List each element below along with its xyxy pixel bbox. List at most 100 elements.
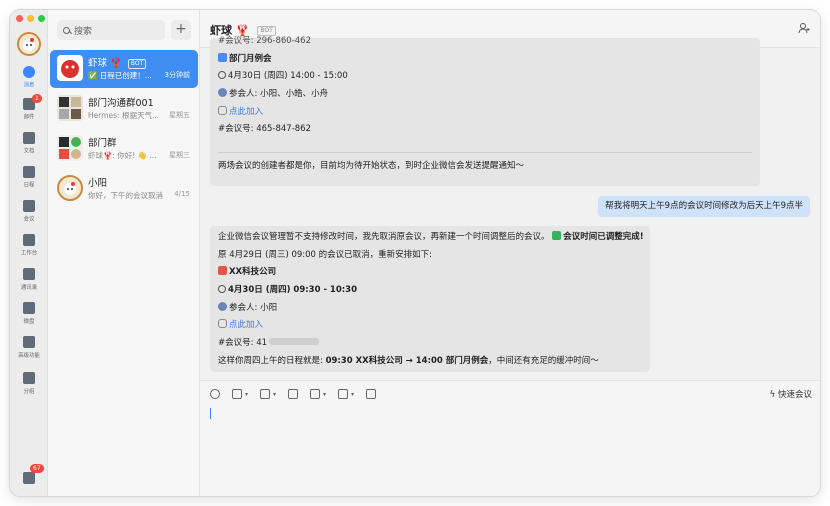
emoji-icon[interactable] xyxy=(210,389,220,399)
rail-mail[interactable]: 1 邮件 xyxy=(10,94,48,126)
meeting-title-line: 部门月例会 xyxy=(218,52,752,70)
conversation-preview: 你好，下午的会议取消 xyxy=(88,191,163,200)
org-chart-icon xyxy=(23,268,35,280)
conversation-item[interactable]: 部门群 虾球🦞: 你好! 👋 ... 星期三 xyxy=(50,130,198,168)
link-icon xyxy=(218,319,227,329)
meeting-note: 两场会议的创建者都是你，目前均为待开始状态，到时企业微信会发送提醒通知～ xyxy=(218,161,525,172)
summary-line: 这样你周四上午的日程就是: 09:30 XX科技公司 → 14:00 部门月例会… xyxy=(218,354,642,372)
search-placeholder: 搜索 xyxy=(74,26,93,37)
check-icon xyxy=(552,231,562,240)
bot-message-bubble: 企业微信会议管理暂不支持修改时间，我先取消原会议，再新建一个时间调整后的会议。 … xyxy=(210,226,650,372)
group-avatar xyxy=(57,135,83,161)
conversation-time: 3分钟前 xyxy=(164,71,190,79)
conversation-item[interactable]: 小阳 你好，下午的会议取消 4/15 xyxy=(50,170,198,208)
rail-drive[interactable]: 微盘 xyxy=(10,300,48,330)
rail-workbench[interactable]: 工作台 xyxy=(10,232,48,262)
user-avatar[interactable] xyxy=(17,32,41,56)
conversation-preview: 虾球🦞: 你好! 👋 ... xyxy=(88,151,157,160)
rail-docs[interactable]: 文档 xyxy=(10,130,48,160)
chevron-down-icon[interactable]: ▾ xyxy=(351,391,354,398)
conversation-preview: ✅ 日程已创建！... xyxy=(88,71,152,80)
document-icon xyxy=(23,132,35,144)
reply-text: 企业微信会议管理暂不支持修改时间，我先取消原会议，再新建一个时间调整后的会议。 xyxy=(218,232,550,242)
search-input[interactable]: 搜索 xyxy=(57,20,165,40)
drive-icon xyxy=(23,302,35,314)
bot-tag: BOT xyxy=(127,59,147,69)
meeting-title: 部门月例会 xyxy=(229,53,272,64)
attendees: 参会人: 小阳 xyxy=(229,302,278,313)
join-meeting-link[interactable]: 点此加入 xyxy=(229,320,263,330)
reply-bold: 会议时间已调整完成! xyxy=(563,232,644,242)
meeting-time: 4月30日 (周四) 14:00 - 15:00 xyxy=(228,71,348,82)
new-meeting-time: 4月30日 (周四) 09:30 - 10:30 xyxy=(228,285,357,296)
calendar-icon xyxy=(23,166,35,178)
contact-avatar xyxy=(57,175,83,201)
people-icon xyxy=(218,301,227,311)
join-line: 点此加入 xyxy=(218,318,642,336)
summary-bold: 09:30 XX科技公司 → 14:00 部门月例会 xyxy=(325,355,489,366)
screen-icon[interactable] xyxy=(366,389,377,399)
summary-text: 这样你周四上午的日程就是: xyxy=(218,355,326,366)
people-icon xyxy=(218,88,227,98)
rail-more[interactable]: 67 xyxy=(10,464,48,496)
apps-icon xyxy=(23,472,35,484)
conversation-time: 星期三 xyxy=(169,151,190,159)
grid-icon xyxy=(23,234,35,246)
meeting-id-cut: #会议号: 296-860-462 xyxy=(218,36,311,46)
meeting-id: #会议号: 465-847-862 xyxy=(218,124,311,135)
checkbox-icon[interactable] xyxy=(310,389,321,399)
file-icon[interactable] xyxy=(288,389,299,399)
number-2-icon xyxy=(218,52,227,62)
text-caret xyxy=(210,408,211,419)
rail-calendar[interactable]: 日程 xyxy=(10,164,48,194)
conversation-preview: Hermes: 根据天气... xyxy=(88,111,160,120)
join-meeting-link[interactable]: 点此加入 xyxy=(229,107,263,117)
search-icon xyxy=(63,26,70,34)
meeting-time-line: 4月30日 (周四) 14:00 - 15:00 xyxy=(218,69,752,87)
app-window: 消息 1 邮件 文档 日程 会议 工作台 通讯录 微盘 高级功能 分组 67 搜… xyxy=(10,10,820,496)
add-member-icon[interactable] xyxy=(798,22,810,34)
join-line: 点此加入 xyxy=(218,105,752,123)
reply-line-1: 企业微信会议管理暂不支持修改时间，我先取消原会议，再新建一个时间调整后的会议。 … xyxy=(218,230,644,248)
folder-icon[interactable] xyxy=(338,389,349,399)
conversation-name: 部门沟通群001 xyxy=(88,98,154,109)
minimize-window-button[interactable] xyxy=(27,15,34,22)
message-divider xyxy=(218,152,752,154)
reply-line-2: 原 4月29日 (周三) 09:00 的会议已取消，重新安排如下: xyxy=(218,249,433,260)
scissors-icon[interactable] xyxy=(232,389,242,399)
conversation-item[interactable]: 虾球 🦞 BOT ✅ 日程已创建！... 3分钟前 xyxy=(50,50,198,88)
attendees-line: 参会人: 小阳 xyxy=(218,301,642,319)
blurred-text xyxy=(269,338,320,346)
rail-contacts[interactable]: 通讯录 xyxy=(10,266,48,296)
attendees-line: 参会人: 小阳、小皓、小舟 xyxy=(218,87,752,105)
summary-suffix: ，中间还有充足的缓冲时间～ xyxy=(488,355,599,366)
new-time-line: 4月30日 (周四) 09:30 - 10:30 xyxy=(218,283,642,301)
image-icon[interactable] xyxy=(260,389,271,399)
close-window-button[interactable] xyxy=(16,15,23,22)
user-message-bubble: 帮我将明天上午9点的会议时间修改为后天上午9点半 xyxy=(598,196,810,217)
chevron-down-icon[interactable]: ▾ xyxy=(323,391,326,398)
rail-meeting[interactable]: 会议 xyxy=(10,198,48,228)
input-toolbar: ▾ ▾ ▾ ▾ xyxy=(200,382,820,406)
quick-meeting-label: 快速会议 xyxy=(777,390,812,400)
conversation-item[interactable]: 部门沟通群001 Hermes: 根据天气... 星期五 xyxy=(50,90,198,128)
conversation-name: 部门群 xyxy=(88,138,117,149)
meeting-id-line: #会议号: 41 xyxy=(218,336,642,354)
zoom-window-button[interactable] xyxy=(38,15,45,22)
rail-advanced[interactable]: 高级功能 xyxy=(10,334,48,364)
group-avatar xyxy=(57,95,83,121)
quick-meeting-button[interactable]: ϟ 快速会议 xyxy=(770,388,812,400)
chevron-down-icon[interactable]: ▾ xyxy=(273,391,276,398)
chat-panel: 虾球 🦞 BOT #会议号: 296-860-462 部门月例会 4月30日 (… xyxy=(200,10,820,496)
meeting-id: #会议号: 41 xyxy=(218,338,268,349)
conversation-name: 小阳 xyxy=(88,178,108,189)
add-button[interactable]: + xyxy=(171,20,191,40)
clock-icon xyxy=(218,71,226,80)
conversation-time: 星期五 xyxy=(169,111,190,119)
chevron-down-icon[interactable]: ▾ xyxy=(245,391,248,398)
sparkle-icon xyxy=(23,336,35,348)
bot-avatar xyxy=(57,55,83,81)
rail-groups[interactable]: 分组 xyxy=(10,370,48,400)
rail-messages[interactable]: 消息 xyxy=(10,64,48,94)
nav-rail: 消息 1 邮件 文档 日程 会议 工作台 通讯录 微盘 高级功能 分组 67 xyxy=(10,10,48,496)
